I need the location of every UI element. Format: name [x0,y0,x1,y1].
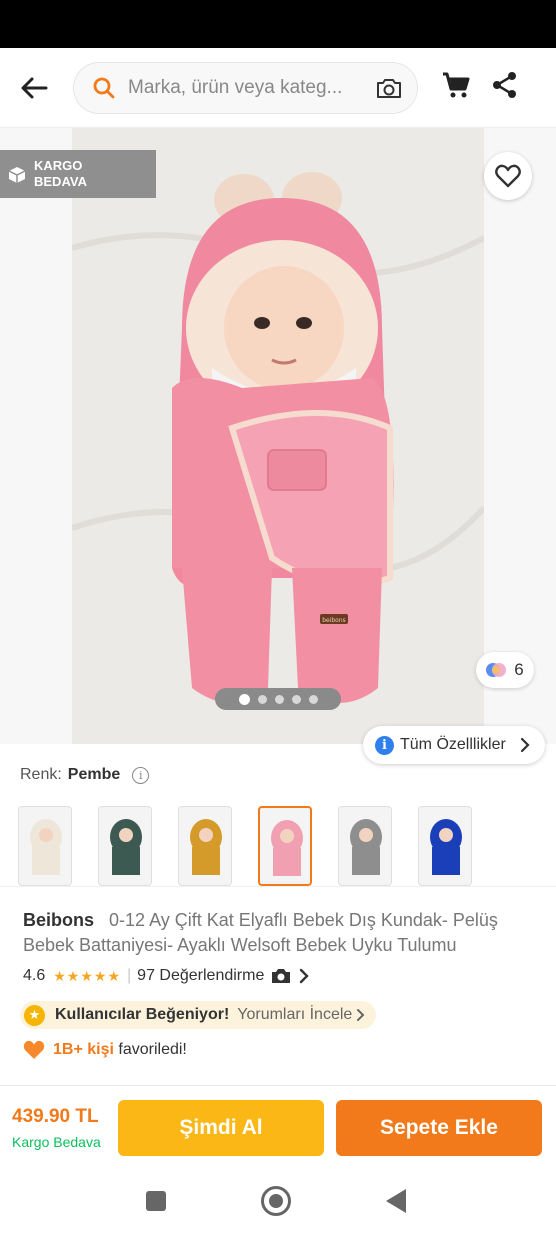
variant-swatch-pembe-selected[interactable] [258,806,312,886]
system-nav-bar [0,1169,556,1235]
variant-swatch-gri[interactable] [338,806,392,886]
box-icon [8,167,26,183]
price: 439.90 TL [12,1106,99,1127]
system-back-button[interactable] [386,1189,406,1213]
product-gallery[interactable]: beibons KARGO BEDAVA 6 i Tüm Özelllikler [0,128,556,764]
all-features-button[interactable]: i Tüm Özelllikler [363,726,545,764]
all-features-label: Tüm Özelllikler [400,736,506,753]
variant-swatch-hardal[interactable] [178,806,232,886]
search-icon [93,77,115,99]
brand-name[interactable]: Beibons [23,910,94,930]
kargo-badge-line1: KARGO [34,158,83,173]
share-icon [493,72,516,98]
back-arrow-icon [21,77,48,99]
recents-button[interactable] [146,1191,166,1211]
back-button[interactable] [14,68,54,108]
cart-button[interactable] [440,70,476,106]
color-selection-label: Renk: Pembe i [20,766,150,784]
chevron-right-icon [357,1009,365,1021]
pagination-dot[interactable] [308,694,318,704]
heart-icon [495,164,521,188]
color-info-icon[interactable]: i [132,766,150,784]
favorites-info: 1B+ kişi favoriledi! [23,1040,187,1060]
orange-heart-icon [23,1040,45,1059]
shipping-info: Kargo Bedava [12,1134,101,1150]
star-icon: ★ [24,1004,45,1026]
chevron-right-icon [300,968,310,984]
color-value: Pembe [67,766,121,783]
color-palette-icon [486,663,507,677]
color-count-button[interactable]: 6 [476,652,534,688]
rating-row[interactable]: 4.6 ★★★★★ | 97 Değerlendirme [23,967,310,985]
color-count: 6 [514,660,524,679]
pagination-dot[interactable] [257,694,267,704]
image-pagination[interactable] [215,688,341,710]
free-shipping-badge: KARGO BEDAVA [0,150,156,198]
favorite-count: 1B+ kişi [53,1041,114,1058]
product-title: Beibons 0-12 Ay Çift Kat Elyaflı Bebek D… [23,908,538,958]
product-image[interactable]: beibons [72,128,484,744]
variant-swatch-yesil[interactable] [98,806,152,886]
search-placeholder: Marka, ürün veya kateg... [128,77,343,98]
camera-icon[interactable] [375,75,403,101]
chevron-right-icon [520,737,530,753]
divider [0,886,556,887]
color-variants [18,806,538,888]
review-count: 97 Değerlendirme [137,967,265,984]
add-to-cart-button[interactable]: Sepete Ekle [336,1100,542,1156]
users-like-banner[interactable]: ★ Kullanıcılar Beğeniyor! Yorumları İnce… [20,1001,376,1029]
favorite-button[interactable] [484,152,532,200]
rating-value: 4.6 [23,967,46,984]
pagination-dot[interactable] [291,694,301,704]
pagination-dot[interactable] [238,693,250,705]
liked-label: Kullanıcılar Beğeniyor! [55,1006,230,1023]
buy-now-button[interactable]: Şimdi Al [118,1100,324,1156]
pagination-dot[interactable] [274,694,284,704]
share-button[interactable] [490,70,526,106]
variant-swatch-mavi[interactable] [418,806,472,886]
purchase-bar: 439.90 TL Kargo Bedava Şimdi Al Sepete E… [0,1085,556,1169]
rating-stars: ★★★★★ [53,967,122,984]
status-bar [0,0,556,48]
reviews-link[interactable]: Yorumları İncele [237,1006,352,1024]
product-tag: beibons [322,617,346,624]
separator: | [127,967,132,984]
variant-swatch-krem[interactable] [18,806,72,886]
product-name: 0-12 Ay Çift Kat Elyaflı Bebek Dış Kunda… [23,910,498,955]
info-icon: i [375,735,394,755]
cart-icon [443,72,470,98]
kargo-badge-line2: BEDAVA [34,174,87,189]
camera-icon [272,969,291,983]
home-button[interactable] [261,1186,291,1216]
favorite-suffix: favoriledi! [118,1041,187,1058]
color-label: Renk: [20,766,62,783]
top-bar: Marka, ürün veya kateg... [0,48,556,128]
search-input[interactable]: Marka, ürün veya kateg... [73,62,418,114]
